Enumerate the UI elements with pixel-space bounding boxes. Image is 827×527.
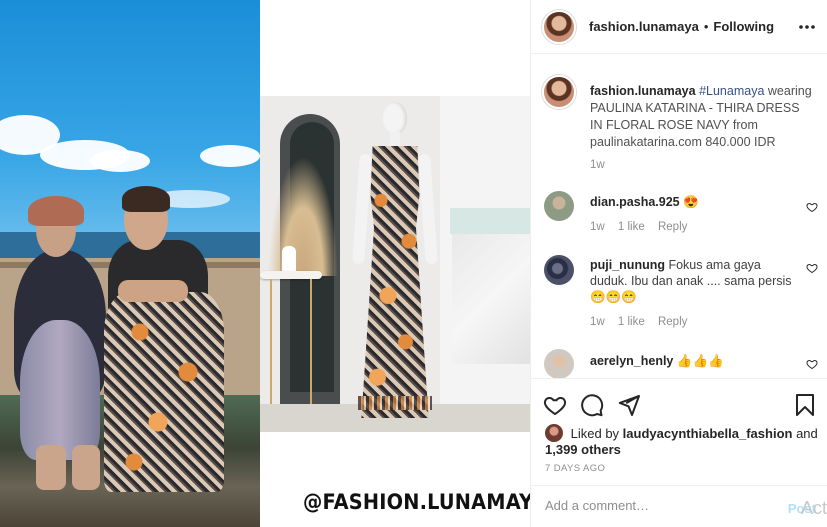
reply-button[interactable]: Reply	[658, 316, 687, 328]
comment-text: 😍	[683, 195, 699, 209]
post-timestamp[interactable]: 7 DAYS AGO	[545, 463, 605, 474]
avatar[interactable]	[544, 255, 574, 285]
comment-input[interactable]	[545, 498, 765, 513]
post-side-panel: fashion.lunamaya • Following fashion.lun…	[530, 0, 827, 527]
comment-likes[interactable]: 1 like	[618, 316, 645, 328]
heart-icon[interactable]	[806, 358, 818, 370]
heart-icon[interactable]	[806, 201, 818, 213]
comment-likes[interactable]: 1 like	[618, 221, 645, 233]
reply-button[interactable]: Reply	[658, 221, 687, 233]
share-icon[interactable]	[617, 393, 641, 417]
comment-icon[interactable]	[580, 393, 604, 417]
likes-summary: Liked by laudyacynthiabella_fashion and …	[545, 424, 825, 458]
likes-and: and	[796, 426, 818, 441]
photo-mother-daughter	[0, 0, 260, 527]
comment-time[interactable]: 1w	[590, 316, 605, 328]
post-media[interactable]: @FASHION.LUNAMAYA	[0, 0, 530, 527]
heart-icon[interactable]	[543, 393, 567, 417]
likes-others[interactable]: 1,399 others	[545, 442, 621, 457]
header-username[interactable]: fashion.lunamaya	[589, 19, 699, 34]
caption-time[interactable]: 1w	[590, 157, 815, 174]
comment-username[interactable]: aerelyn_henly	[590, 354, 673, 368]
overlay-text: Act	[800, 498, 827, 518]
comment-username[interactable]: dian.pasha.925	[590, 195, 680, 209]
add-comment-bar: Post	[531, 485, 827, 527]
bookmark-icon[interactable]	[793, 393, 817, 417]
instagram-post-view: @FASHION.LUNAMAYA fashion.lunamaya • Fol…	[0, 0, 827, 527]
avatar[interactable]	[545, 424, 563, 442]
caption-avatar[interactable]	[542, 75, 576, 109]
comments-list[interactable]: fashion.lunamaya #Lunamaya wearing PAULI…	[531, 55, 827, 378]
comment-username[interactable]: puji_nunung	[590, 258, 665, 272]
avatar[interactable]	[544, 191, 574, 221]
header-separator: •	[703, 19, 709, 34]
comment-text: 👍👍👍	[676, 354, 724, 368]
following-button[interactable]: Following	[713, 19, 774, 34]
post-header: fashion.lunamaya • Following	[531, 0, 827, 54]
likes-user[interactable]: laudyacynthiabella_fashion	[623, 426, 793, 441]
watermark-text: @FASHION.LUNAMAYA	[303, 490, 530, 514]
comment-time[interactable]: 1w	[590, 221, 605, 233]
photo-dress-mannequin	[260, 96, 530, 432]
more-icon[interactable]	[798, 17, 816, 35]
likes-prefix: Liked by	[570, 426, 620, 441]
avatar[interactable]	[544, 349, 574, 378]
avatar[interactable]	[542, 9, 576, 44]
heart-icon[interactable]	[806, 262, 818, 274]
caption-hashtag[interactable]: #Lunamaya	[699, 84, 764, 98]
action-bar	[531, 378, 827, 428]
caption-username[interactable]: fashion.lunamaya	[590, 84, 696, 98]
